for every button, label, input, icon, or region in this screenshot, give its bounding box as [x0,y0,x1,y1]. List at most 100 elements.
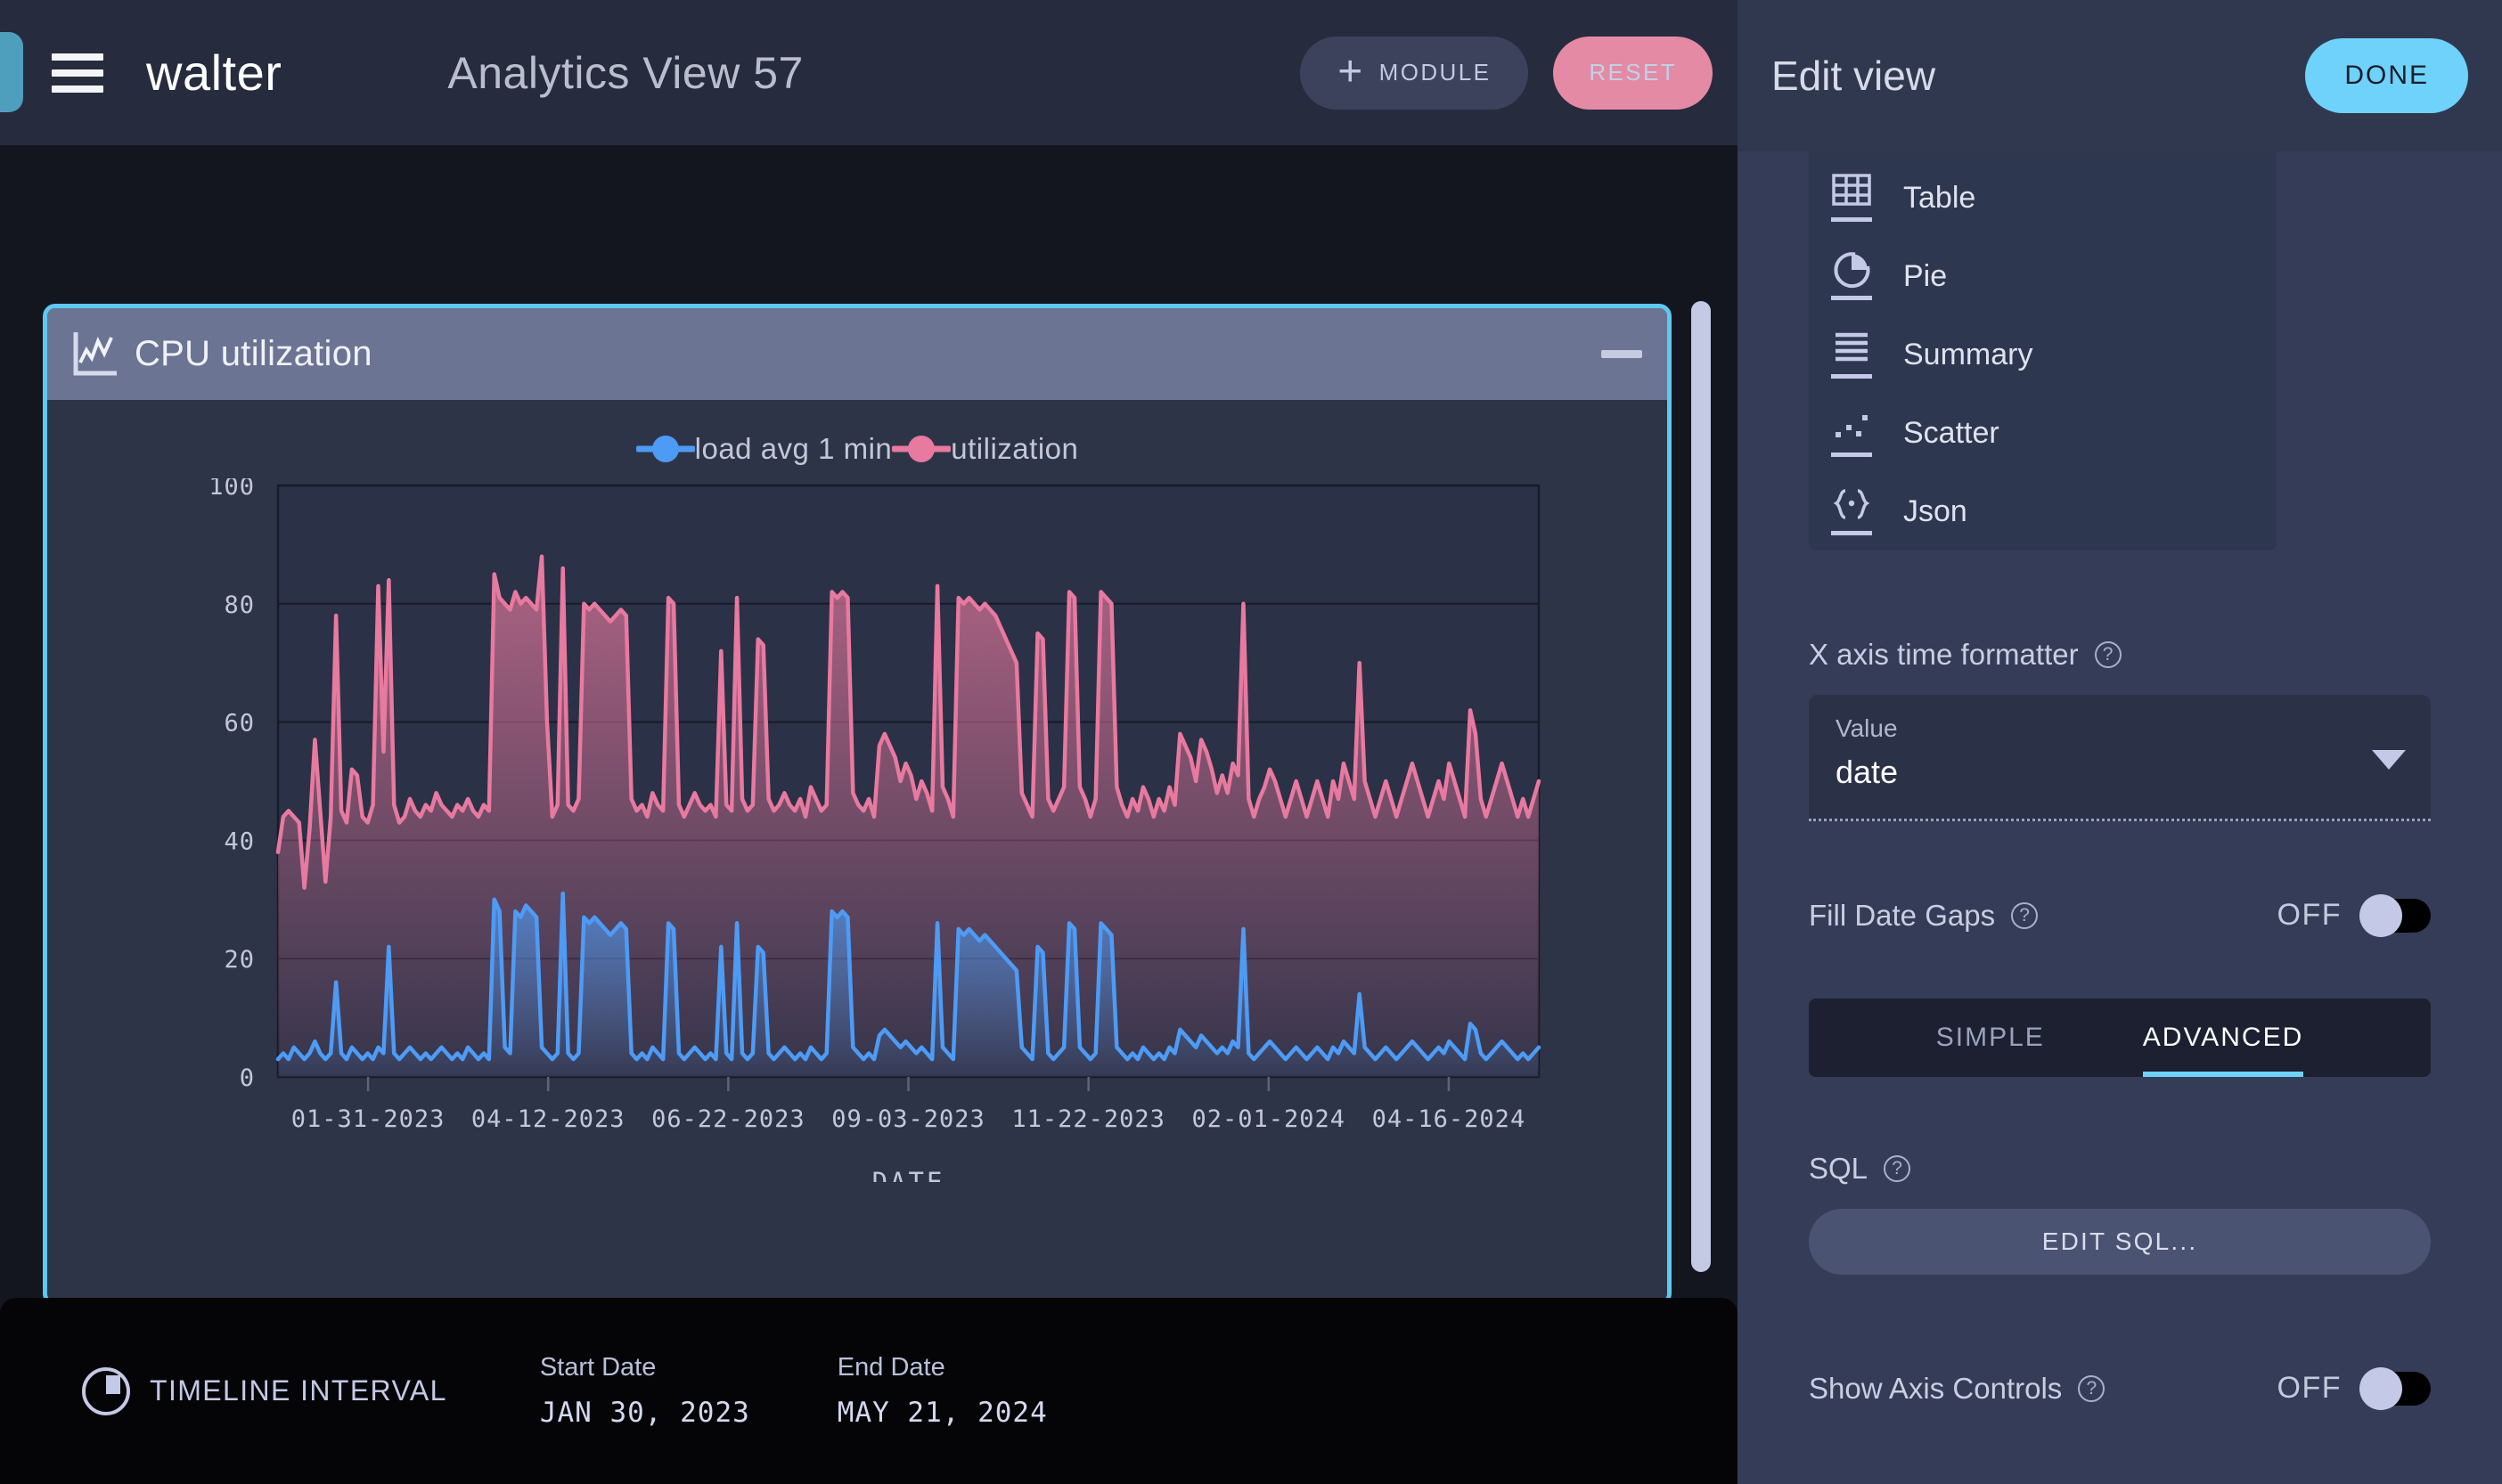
svg-text:20: 20 [224,946,255,974]
summary-lines-icon [1828,329,1875,380]
end-date-value: MAY 21, 2024 [837,1397,1048,1429]
sql-label-row: SQL ? [1809,1152,2431,1186]
clock-icon [82,1366,130,1415]
help-icon[interactable]: ? [2094,641,2122,668]
view-type-table[interactable]: Table [1809,159,2277,237]
end-date-block[interactable]: End Date MAY 21, 2024 [838,1353,1048,1429]
timeline-interval-label: TIMELINE INTERVAL [150,1374,447,1407]
svg-text:DATE: DATE [872,1167,945,1182]
done-button[interactable]: DONE [2305,38,2468,113]
svg-text:04-12-2023: 04-12-2023 [471,1105,626,1133]
view-type-json[interactable]: Json [1809,472,2277,550]
svg-text:80: 80 [224,591,255,619]
panel-title: Edit view [1771,53,1936,99]
add-module-button[interactable]: + MODULE [1300,36,1529,110]
show-axis-controls-row: Show Axis Controls ? OFF [1809,1366,2431,1410]
topbar-actions: + MODULE RESET [1300,36,1713,110]
chart-card-body: load avg 1 min utilization 0 20 40 60 80 100 0… [47,400,1667,1298]
edit-sql-button[interactable]: EDIT SQL... [1809,1209,2431,1275]
svg-text:01-31-2023: 01-31-2023 [291,1105,446,1133]
minimize-icon[interactable] [1601,350,1642,358]
x-axis-formatter-group: X axis time formatter ? Value date [1738,638,2502,821]
start-date-block[interactable]: Start Date JAN 30, 2023 [540,1353,750,1429]
add-module-label: MODULE [1378,59,1492,86]
table-icon [1828,172,1875,224]
svg-text:40: 40 [224,828,255,855]
legend-label: load avg 1 min [694,432,893,465]
reset-button[interactable]: RESET [1553,36,1713,110]
view-type-pie[interactable]: Pie [1809,237,2277,315]
sidebar-edge-tab[interactable] [0,32,23,112]
view-type-label: Summary [1903,337,2033,371]
fill-date-gaps-group: Fill Date Gaps ? OFF [1738,893,2502,937]
view-type-label: Json [1903,493,1967,528]
svg-text:02-01-2024: 02-01-2024 [1192,1105,1346,1133]
x-axis-formatter-label-row: X axis time formatter ? [1809,638,2431,672]
pie-chart-icon [1828,250,1875,302]
show-axis-controls-label-row: Show Axis Controls ? [1809,1372,2105,1406]
show-axis-controls-group: Show Axis Controls ? OFF [1738,1366,2502,1410]
help-icon[interactable]: ? [1884,1155,1911,1182]
line-chart-icon [72,330,119,379]
page-title: Analytics View 57 [447,47,804,98]
help-icon[interactable]: ? [2078,1374,2105,1402]
brand-label: walter [146,45,282,101]
top-app-bar: walter Analytics View 57 + MODULE RESET [0,0,1738,145]
view-type-summary[interactable]: Summary [1809,315,2277,394]
hamburger-menu-icon[interactable] [52,53,103,93]
main-area: walter Analytics View 57 + MODULE RESET [0,0,1738,1484]
show-axis-controls-toggle[interactable] [2359,1366,2431,1410]
scatter-plot-icon [1828,407,1875,459]
tab-advanced[interactable]: ADVANCED [2142,999,2304,1077]
edit-view-panel: Edit view DONE Table Pie Summary Scatter Jso… [1738,0,2502,1484]
sql-group: SQL ? EDIT SQL... [1738,1152,2502,1275]
json-braces-icon [1828,485,1875,537]
fill-date-gaps-state: OFF [2277,898,2342,932]
view-type-list: Table Pie Summary Scatter Json [1809,151,2277,550]
chart-card-header: CPU utilization [47,308,1667,400]
help-icon[interactable]: ? [2011,901,2039,929]
legend-item-utilization[interactable]: utilization [892,432,1078,466]
svg-text:100: 100 [208,478,255,501]
view-type-label: Pie [1903,258,1948,293]
dashboard-body: CPU utilization load avg 1 min utilizati… [0,145,1738,1298]
legend-marker-blue-icon [635,434,695,464]
panel-body: Table Pie Summary Scatter Json X axis time f… [1738,151,2502,1484]
sql-label: SQL [1809,1152,1868,1185]
svg-text:04-16-2024: 04-16-2024 [1372,1105,1526,1133]
chevron-down-icon [2372,750,2406,770]
panel-header: Edit view DONE [1738,0,2502,151]
chart-svg: 0 20 40 60 80 100 01-31-2023 04-12-2023 06-22-20… [208,478,1541,1182]
chart-legend: load avg 1 min utilization [47,400,1667,466]
timeline-footer: TIMELINE INTERVAL Start Date JAN 30, 202… [0,1298,1738,1484]
tab-simple[interactable]: SIMPLE [1936,999,2045,1077]
legend-item-load-avg[interactable]: load avg 1 min [635,432,893,466]
mode-tabs: SIMPLE ADVANCED [1809,999,2431,1077]
start-date-caption: Start Date [539,1353,657,1382]
svg-text:06-22-2023: 06-22-2023 [651,1105,805,1133]
chart-plot-area[interactable]: 0 20 40 60 80 100 01-31-2023 04-12-2023 06-22-20… [162,478,1552,1182]
chart-card-title: CPU utilization [135,334,372,373]
svg-text:09-03-2023: 09-03-2023 [831,1105,985,1133]
plus-icon: + [1337,48,1365,96]
app-root: walter Analytics View 57 + MODULE RESET [0,0,2502,1484]
select-caption: Value [1836,714,1898,742]
svg-text:11-22-2023: 11-22-2023 [1011,1105,1165,1133]
start-date-value: JAN 30, 2023 [539,1397,750,1429]
fill-date-gaps-toggle[interactable] [2359,893,2431,937]
x-axis-formatter-select[interactable]: Value date [1809,695,2431,821]
view-type-scatter[interactable]: Scatter [1809,394,2277,472]
view-type-label: Scatter [1903,415,1999,450]
legend-marker-pink-icon [892,434,952,464]
vertical-scrollbar[interactable] [1691,301,1711,1272]
x-axis-formatter-label: X axis time formatter [1809,638,2079,671]
chart-card: CPU utilization load avg 1 min utilizati… [43,304,1672,1298]
end-date-caption: End Date [837,1353,945,1382]
show-axis-controls-label: Show Axis Controls [1809,1371,2063,1405]
show-axis-controls-state: OFF [2277,1371,2342,1405]
fill-date-gaps-row: Fill Date Gaps ? OFF [1809,893,2431,937]
legend-label: utilization [951,432,1079,465]
view-type-label: Table [1903,180,1976,215]
svg-text:0: 0 [240,1064,255,1092]
fill-date-gaps-label: Fill Date Gaps [1809,898,1996,932]
